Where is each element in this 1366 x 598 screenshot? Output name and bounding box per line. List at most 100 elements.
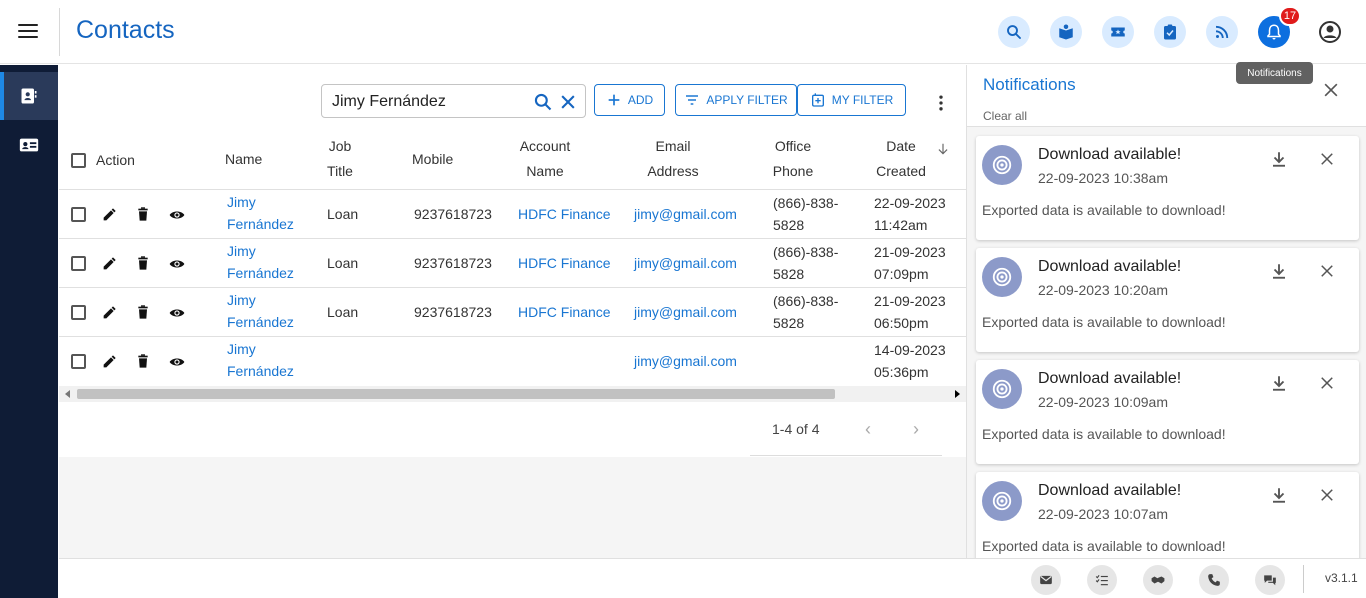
search-field[interactable] (321, 84, 586, 118)
plus-icon (608, 94, 620, 106)
cell-job-title: Loan (327, 206, 359, 222)
search-icon[interactable] (998, 16, 1030, 48)
phone-line1: (866)-838- (773, 293, 839, 309)
delete-icon[interactable] (135, 206, 151, 222)
more-options-icon[interactable] (931, 93, 951, 113)
phone-line2: 5828 (773, 266, 805, 282)
name-first: Jimy (227, 341, 256, 357)
notification-card: Download available! 22-09-2023 10:38am E… (976, 136, 1359, 240)
chat-icon[interactable] (1255, 565, 1285, 595)
my-filter-button[interactable]: MY FILTER (797, 84, 906, 116)
close-icon[interactable] (1321, 80, 1341, 100)
scrollbar-thumb[interactable] (77, 389, 835, 399)
download-icon[interactable] (1270, 150, 1288, 168)
dismiss-icon[interactable] (1318, 374, 1336, 392)
row-checkbox[interactable] (71, 256, 86, 271)
date-line2: 06:50pm (874, 315, 929, 331)
dismiss-icon[interactable] (1318, 486, 1336, 504)
header-office-phone[interactable]: Office Phone (765, 134, 821, 184)
header-name[interactable]: Name (225, 147, 262, 172)
clear-all-link[interactable]: Clear all (983, 109, 1027, 123)
profile-icon[interactable] (1318, 20, 1342, 44)
edit-icon[interactable] (101, 256, 117, 272)
cell-account-link[interactable]: HDFC Finance (518, 252, 611, 274)
phone-icon[interactable] (1199, 565, 1229, 595)
rss-icon[interactable] (1206, 16, 1238, 48)
scroll-right-arrow[interactable] (955, 390, 960, 398)
notification-title: Download available! (1038, 146, 1182, 163)
view-icon[interactable] (169, 207, 185, 223)
row-checkbox[interactable] (71, 305, 86, 320)
search-input[interactable] (332, 91, 522, 113)
target-icon (982, 481, 1022, 521)
cell-account-link[interactable]: HDFC Finance (518, 301, 611, 323)
view-icon[interactable] (169, 305, 185, 321)
add-button[interactable]: ADD (594, 84, 665, 116)
delete-icon[interactable] (135, 255, 151, 271)
search-icon[interactable] (533, 92, 553, 112)
target-icon (982, 369, 1022, 409)
table-row: Jimy Fernández Loan 9237618723 HDFC Finan… (59, 190, 966, 239)
scroll-left-arrow[interactable] (65, 390, 70, 398)
dismiss-icon[interactable] (1318, 150, 1336, 168)
ticket-icon[interactable] (1102, 16, 1134, 48)
sort-desc-icon[interactable] (936, 142, 950, 156)
download-icon[interactable] (1270, 374, 1288, 392)
sidebar-item-contact-card[interactable] (0, 121, 58, 169)
sidebar-item-contacts[interactable] (0, 72, 58, 120)
header-email-address[interactable]: Email Address (641, 134, 705, 184)
cell-email-link[interactable]: jimy@gmail.com (634, 203, 737, 225)
notification-time: 22-09-2023 10:09am (1038, 394, 1168, 410)
header-job-title-line2: Title (327, 163, 353, 179)
contact-name-link[interactable]: Jimy Fernández (227, 240, 294, 284)
view-icon[interactable] (169, 256, 185, 272)
cell-account-link[interactable]: HDFC Finance (518, 203, 611, 225)
table-row: Jimy Fernández Loan 9237618723 HDFC Finan… (59, 239, 966, 288)
cell-email-link[interactable]: jimy@gmail.com (634, 350, 737, 372)
view-icon[interactable] (169, 354, 185, 370)
download-icon[interactable] (1270, 486, 1288, 504)
row-checkbox[interactable] (71, 354, 86, 369)
cell-email-link[interactable]: jimy@gmail.com (634, 252, 737, 274)
header-account-name[interactable]: Account Name (514, 134, 576, 184)
horizontal-scrollbar[interactable] (59, 386, 966, 402)
edit-icon[interactable] (101, 305, 117, 321)
edit-icon[interactable] (101, 207, 117, 223)
contacts-icon (21, 88, 37, 104)
edit-icon[interactable] (101, 354, 117, 370)
next-page-button[interactable]: › (906, 419, 926, 439)
header-date-line2: Created (876, 163, 926, 179)
header-mobile[interactable]: Mobile (412, 147, 453, 172)
contact-book-icon[interactable] (1050, 16, 1082, 48)
header-date-created[interactable]: Date Created (869, 134, 933, 184)
cell-date-created: 14-09-2023 05:36pm (874, 339, 946, 383)
cell-email-link[interactable]: jimy@gmail.com (634, 301, 737, 323)
delete-icon[interactable] (135, 304, 151, 320)
notification-card: Download available! 22-09-2023 10:20am E… (976, 248, 1359, 352)
download-icon[interactable] (1270, 262, 1288, 280)
contacts-panel: ADD APPLY FILTER MY FILTER Action Name J… (59, 65, 966, 457)
notification-message: Exported data is available to download! (982, 314, 1226, 330)
clear-icon[interactable] (558, 92, 578, 112)
row-checkbox[interactable] (71, 207, 86, 222)
contact-name-link[interactable]: Jimy Fernández (227, 191, 294, 235)
checklist-icon[interactable] (1087, 565, 1117, 595)
menu-icon[interactable] (18, 24, 38, 40)
cell-date-created: 22-09-2023 11:42am (874, 192, 946, 236)
prev-page-button[interactable]: ‹ (858, 419, 878, 439)
header-job-title[interactable]: Job Title (319, 134, 361, 184)
contact-name-link[interactable]: Jimy Fernández (227, 289, 294, 333)
task-icon[interactable] (1154, 16, 1186, 48)
delete-icon[interactable] (135, 353, 151, 369)
header-action: Action (96, 152, 135, 168)
table-header: Action Name Job Title Mobile Account Name … (59, 132, 966, 190)
handshake-icon[interactable] (1143, 565, 1173, 595)
select-all-checkbox[interactable] (71, 153, 86, 168)
contact-name-link[interactable]: Jimy Fernández (227, 338, 294, 382)
apply-filter-button[interactable]: APPLY FILTER (675, 84, 797, 116)
header-job-title-line1: Job (328, 138, 352, 154)
dismiss-icon[interactable] (1318, 262, 1336, 280)
email-icon[interactable] (1031, 565, 1061, 595)
phone-line1: (866)-838- (773, 244, 839, 260)
notification-title: Download available! (1038, 370, 1182, 387)
